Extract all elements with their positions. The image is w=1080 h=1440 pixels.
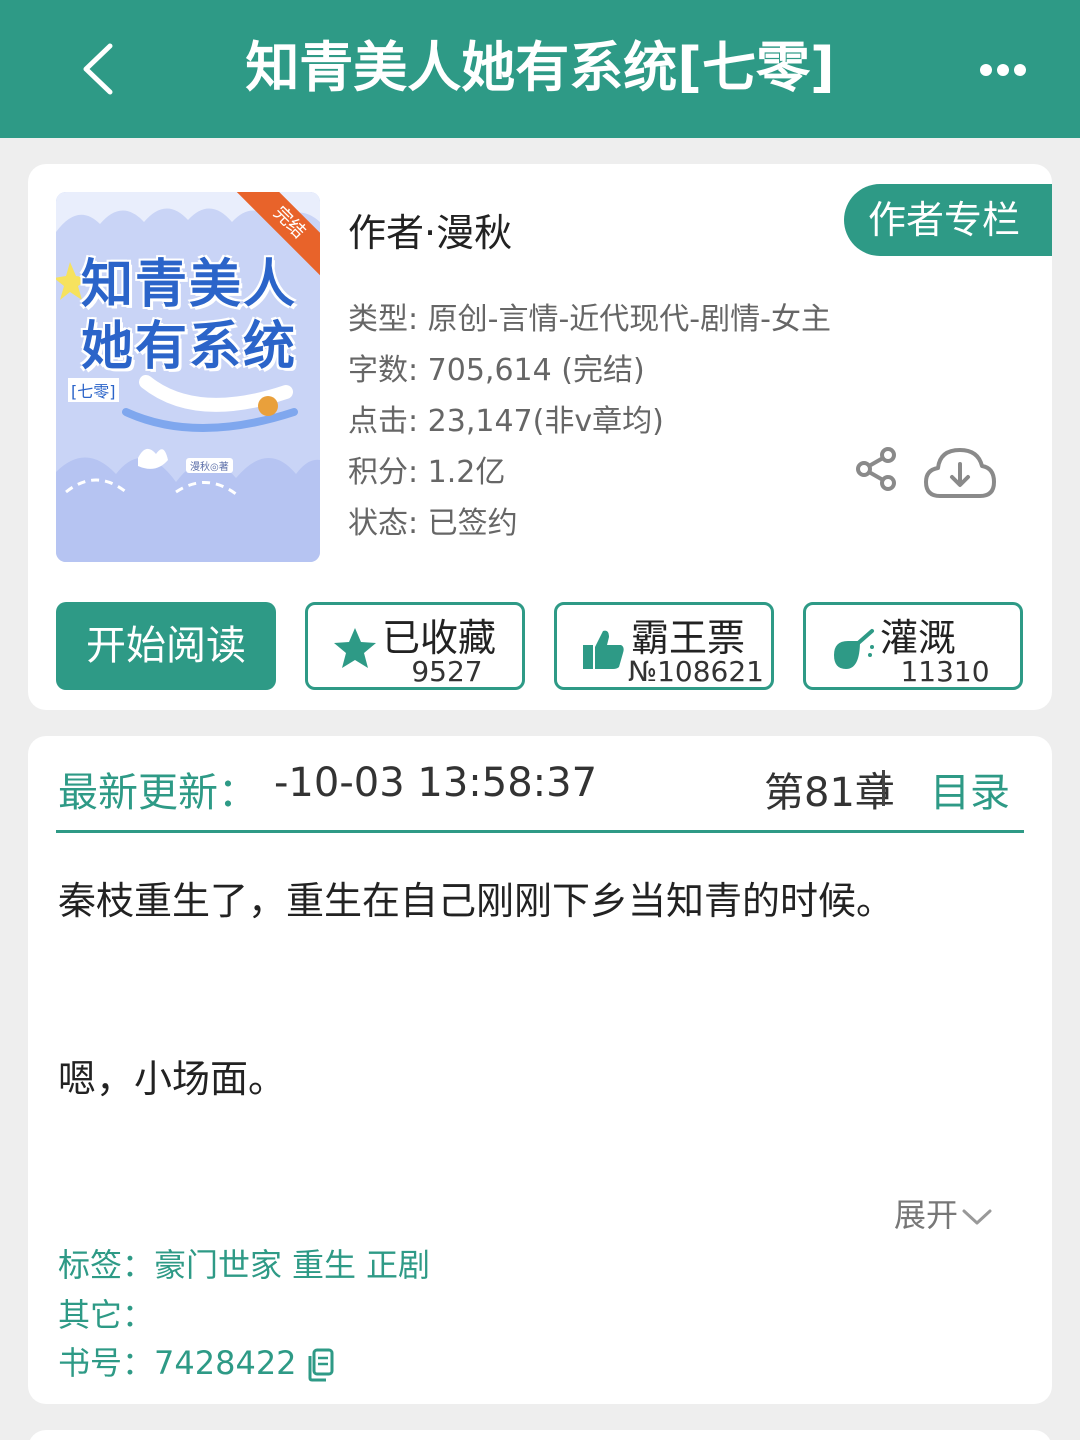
info-clicks: 点击: 23,147(非v章均) [348,404,664,439]
star-icon [334,628,376,668]
cover-title-line2: 她有系统 [80,317,297,377]
book-id-row: 书号：7428422 [58,1338,335,1384]
share-icon[interactable] [854,446,900,492]
tag-item[interactable]: 正剧 [366,1246,430,1284]
page-title: 知青美人她有系统[七零] [245,36,835,99]
latest-update-label: 最新更新： [58,770,258,816]
book-cover[interactable]: 知青美人 她有系统 [七零] 漫秋◎著 完结 [56,192,320,562]
back-button[interactable] [70,36,130,102]
description-line: 嗯，小场面。 [58,1057,287,1101]
thumbs-up-icon [583,630,624,669]
watering-icon [834,629,874,669]
tag-item[interactable]: 重生 [292,1246,356,1284]
more-icon [980,64,1026,76]
info-genre: 类型: 原创-言情-近代现代-剧情-女主 [348,302,831,337]
tags-label: 标签： [58,1246,155,1284]
copy-icon[interactable] [307,1348,335,1382]
divider [56,830,1024,833]
water-count: 11310 [900,655,990,688]
next-card [28,1430,1052,1440]
expand-button[interactable]: 展开 [894,1190,994,1236]
author-column-button[interactable]: 作者专栏 [844,184,1052,256]
author-name[interactable]: 作者·漫秋 [348,202,512,257]
favorite-count: 9527 [411,655,483,688]
download-cloud-icon[interactable] [922,444,998,502]
table-of-contents-link[interactable]: 目录 [930,760,1010,818]
latest-update-time: -10-03 13:58:37 [274,760,598,806]
other-label: 其它： [58,1296,155,1334]
info-points: 积分: 1.2亿 [348,455,506,490]
chevron-down-icon [962,1209,992,1225]
ticket-count: №108621 [627,655,764,688]
cover-subtitle: [七零] [68,378,119,402]
info-status: 状态: 已签约 [348,506,518,541]
tags-row: 标签：豪门世家 重生 正剧 [58,1240,440,1286]
tag-item[interactable]: 豪门世家 [154,1246,282,1284]
cover-title: 知青美人 她有系统 [64,254,314,378]
separator [882,770,885,806]
more-button[interactable] [972,50,1032,90]
other-row: 其它： [58,1290,154,1336]
book-detail-card: 最新更新： -10-03 13:58:37 第81章 目录 秦枝重生了，重生在自… [28,736,1052,1404]
book-id-value: 7428422 [154,1344,297,1382]
book-id-label: 书号： [58,1344,155,1382]
water-button[interactable]: 灌溉 11310 [803,602,1023,690]
top-bar: 知青美人她有系统[七零] [0,0,1080,138]
description-line: 秦枝重生了，重生在自己刚刚下乡当知青的时候。 [58,879,895,923]
book-info-list: 类型: 原创-言情-近代现代-剧情-女主 字数: 705,614 (完结) 点击… [348,294,831,549]
info-word-count: 字数: 705,614 (完结) [348,353,645,388]
expand-label: 展开 [894,1196,959,1234]
cover-author-mark: 漫秋◎著 [186,458,233,473]
back-icon [83,43,113,95]
ticket-label: 霸王票 [631,616,746,660]
cover-title-line1: 知青美人 [80,255,297,315]
favorite-label: 已收藏 [382,616,497,660]
water-label: 灌溉 [880,616,957,660]
latest-chapter[interactable]: 第81章 [764,760,895,818]
ticket-button[interactable]: 霸王票 №108621 [554,602,774,690]
book-info-card: 知青美人 她有系统 [七零] 漫秋◎著 完结 作者·漫秋 作者专栏 类型: 原创… [28,164,1052,710]
start-reading-button[interactable]: 开始阅读 [56,602,276,690]
favorite-button[interactable]: 已收藏 9527 [305,602,525,690]
